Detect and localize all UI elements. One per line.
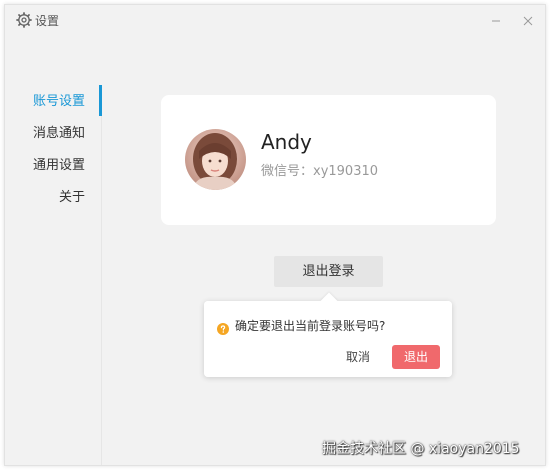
window-title: 设置 (35, 14, 60, 28)
profile-name: Andy (261, 130, 312, 154)
watermark: 掘金技术社区 @ xiaoyan2015 (322, 441, 520, 457)
sidebar-divider (101, 85, 102, 465)
warning-icon (217, 320, 229, 335)
logout-button[interactable]: 退出登录 (274, 256, 383, 287)
close-icon[interactable] (521, 13, 535, 27)
popover-message: 确定要退出当前登录账号吗? (235, 319, 386, 333)
titlebar: 设置 (5, 5, 545, 37)
confirm-logout-button[interactable]: 退出 (392, 345, 440, 369)
sidebar-item-general-settings[interactable]: 通用设置 (5, 155, 85, 177)
active-indicator (99, 85, 102, 116)
avatar (185, 129, 246, 190)
sidebar-item-account-settings[interactable]: 账号设置 (5, 91, 85, 113)
sidebar-item-message-notifications[interactable]: 消息通知 (5, 123, 85, 145)
gear-icon (16, 12, 32, 28)
profile-card: Andy 微信号：xy190310 (161, 95, 496, 225)
popover-body: 确定要退出当前登录账号吗? 取消 退出 (204, 301, 452, 377)
minimize-icon[interactable] (489, 13, 503, 27)
confirm-popover: 确定要退出当前登录账号吗? 取消 退出 (204, 292, 452, 377)
cancel-button[interactable]: 取消 (338, 345, 378, 369)
wechat-id: 微信号：xy190310 (261, 164, 379, 179)
sidebar-item-about[interactable]: 关于 (5, 187, 85, 209)
settings-window: 设置 账号设置 消息通知 通用设置 关于 Andy 微信号：xy190310 退… (4, 4, 546, 466)
